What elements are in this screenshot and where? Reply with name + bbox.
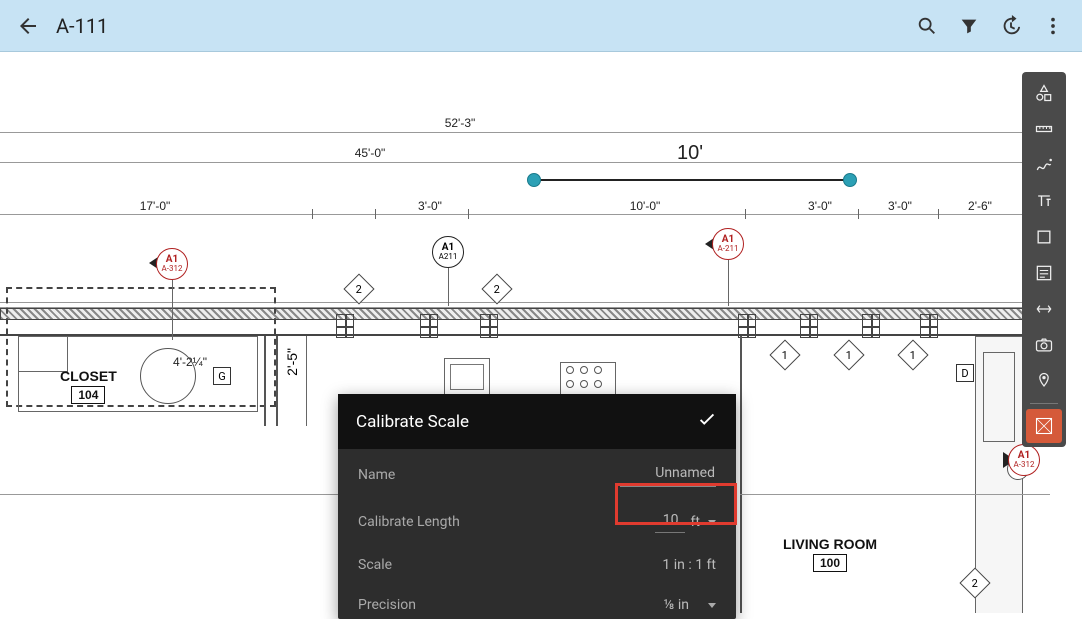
name-label: Name	[358, 467, 395, 483]
stamp-icon	[1034, 299, 1054, 319]
mullion-3	[480, 314, 498, 338]
dim-seg-1: 3'-0"	[390, 199, 470, 213]
dim-seg-3: 3'-0"	[790, 199, 850, 213]
back-button[interactable]	[8, 6, 48, 46]
chevron-down-icon	[708, 603, 716, 608]
mullion-1	[336, 314, 354, 338]
camera-icon	[1034, 335, 1054, 355]
scale-value: 1 in : 1 ft	[662, 557, 716, 573]
rectangle-tool[interactable]	[1026, 220, 1062, 254]
pin-icon	[1034, 371, 1054, 391]
overflow-button[interactable]	[1032, 5, 1074, 47]
keynote-1b: 1	[833, 339, 864, 370]
arrow-left-icon	[16, 14, 40, 38]
app-header: A-111	[0, 0, 1082, 52]
keynote-1a: 1	[769, 339, 800, 370]
dim-seg-0: 17'-0"	[0, 199, 310, 213]
markup-toolbar	[1022, 72, 1066, 447]
precision-dropdown[interactable]: ⅛ in	[664, 597, 716, 613]
calibrate-panel: Calibrate Scale Name Unnamed Calibrate L…	[338, 394, 736, 619]
keynote-2b: 2	[481, 273, 512, 304]
name-field[interactable]: Unnamed	[620, 463, 716, 487]
height-dim: 2'-5"	[284, 348, 300, 376]
length-unit-dropdown[interactable]: ft	[691, 514, 716, 530]
calibration-handle-left[interactable]	[527, 173, 541, 187]
more-vert-icon	[1042, 15, 1064, 37]
chevron-down-icon	[708, 520, 716, 525]
dim-seg-4: 3'-0"	[870, 199, 930, 213]
calibrate-icon	[1034, 416, 1054, 436]
dim-seg-2: 10'-0"	[555, 199, 735, 213]
length-label: Calibrate Length	[358, 514, 460, 530]
measure-tool[interactable]	[1026, 112, 1062, 146]
stamp-tool[interactable]	[1026, 292, 1062, 326]
panel-confirm-button[interactable]	[696, 408, 718, 435]
closet-depth-dim: 4'-2¼"	[166, 355, 214, 369]
calibrate-tool[interactable]	[1026, 409, 1062, 443]
polyline-tool[interactable]	[1026, 148, 1062, 182]
calibration-handle-right[interactable]	[843, 173, 857, 187]
bubble-a1: A1 A211	[432, 236, 464, 268]
tag-d: D	[956, 364, 974, 382]
search-icon	[916, 15, 938, 37]
square-icon	[1034, 227, 1054, 247]
note-icon	[1034, 263, 1054, 283]
keynote-2a: 2	[343, 273, 374, 304]
draw-icon	[1034, 155, 1054, 175]
calibration-readout: 10'	[535, 142, 845, 165]
filter-button[interactable]	[948, 5, 990, 47]
closet-label: CLOSET 104	[60, 368, 117, 404]
dim-seg-5: 2'-6"	[950, 199, 1010, 213]
length-value-field[interactable]: 10	[655, 511, 685, 533]
tag-g: G	[213, 367, 231, 385]
bubble-a21: A1 A-211	[712, 228, 744, 260]
bubble-right: A1 A-312	[1008, 444, 1040, 476]
camera-tool[interactable]	[1026, 328, 1062, 362]
mullion-7	[920, 314, 938, 338]
ruler-icon	[1034, 119, 1054, 139]
living-room-label: LIVING ROOM 100	[770, 536, 890, 572]
mullion-2	[420, 314, 438, 338]
text-tool[interactable]	[1026, 184, 1062, 218]
text-icon	[1034, 191, 1054, 211]
note-tool[interactable]	[1026, 256, 1062, 290]
mullion-6	[862, 314, 880, 338]
mullion-4	[738, 314, 756, 338]
mullion-5	[800, 314, 818, 338]
page-title: A-111	[56, 14, 108, 38]
select-shape-tool[interactable]	[1026, 76, 1062, 110]
precision-label: Precision	[358, 597, 416, 613]
history-button[interactable]	[990, 5, 1032, 47]
panel-title: Calibrate Scale	[356, 412, 469, 432]
pin-tool[interactable]	[1026, 364, 1062, 398]
shapes-icon	[1034, 83, 1054, 103]
search-button[interactable]	[906, 5, 948, 47]
filter-icon	[958, 15, 980, 37]
calibration-line[interactable]	[537, 179, 847, 181]
keynote-1c: 1	[897, 339, 928, 370]
check-icon	[696, 408, 718, 430]
bubble-a312: A1 A-312	[156, 248, 188, 280]
scale-label: Scale	[358, 557, 392, 573]
history-icon	[1000, 15, 1022, 37]
dim-overall: 52'-3"	[0, 116, 920, 130]
